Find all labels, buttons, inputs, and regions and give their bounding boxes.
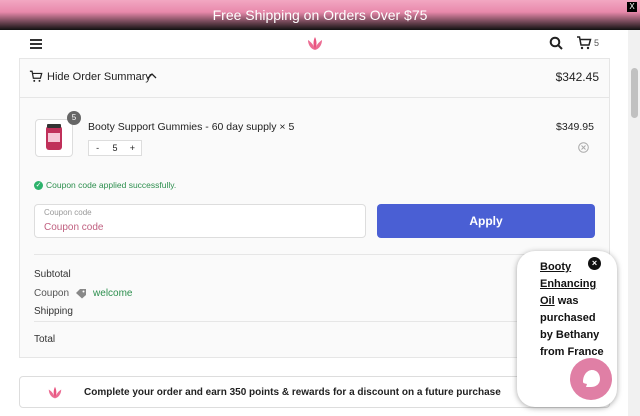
quantity-value[interactable]: 5 [106, 141, 123, 155]
coupon-success-text: Coupon code applied successfully. [46, 180, 177, 190]
cart-icon[interactable] [576, 36, 592, 50]
coupon-code: welcome [93, 288, 133, 299]
subtotal-label: Subtotal [34, 269, 71, 280]
quantity-stepper: - 5 + [88, 140, 142, 156]
scrollbar[interactable] [628, 30, 640, 416]
close-icon[interactable]: X [627, 2, 637, 12]
promo-text: Free Shipping on Orders Over $75 [212, 7, 428, 23]
shipping-label: Shipping [34, 306, 73, 317]
product-name: Booty Support Gummies - 60 day supply × … [88, 121, 295, 133]
coupon-input[interactable] [44, 222, 356, 233]
site-header: 5 [0, 30, 628, 58]
cart-count: 5 [594, 38, 600, 48]
product-thumbnail [35, 119, 73, 157]
popup-from: from [540, 346, 565, 358]
search-icon[interactable] [549, 36, 563, 50]
product-price: $349.95 [556, 121, 594, 133]
quantity-increase-button[interactable]: + [124, 141, 141, 155]
popup-customer-name: Bethany [555, 329, 600, 341]
quantity-decrease-button[interactable]: - [89, 141, 106, 155]
hamburger-icon[interactable] [30, 39, 42, 49]
popup-location: France [567, 346, 604, 358]
quantity-badge: 5 [67, 111, 81, 125]
chat-icon [583, 370, 600, 387]
divider [34, 321, 595, 322]
tag-icon [76, 289, 87, 299]
check-icon: ✓ [34, 180, 43, 190]
coupon-field[interactable]: Coupon code [34, 204, 366, 238]
lotus-logo-icon[interactable] [306, 35, 324, 53]
scrollbar-thumb[interactable] [631, 68, 638, 118]
points-banner-text: Complete your order and earn 350 points … [84, 387, 501, 398]
lotus-logo-icon [48, 386, 62, 399]
coupon-row: Coupon welcome [34, 288, 133, 299]
cart-icon [29, 70, 43, 82]
chevron-up-icon [147, 73, 157, 79]
remove-icon[interactable] [578, 142, 589, 153]
total-label: Total [34, 334, 56, 345]
summary-total: $342.45 [555, 70, 599, 84]
order-summary-toggle-label: Hide Order Summary [47, 71, 151, 83]
divider [34, 254, 595, 255]
coupon-success-message: ✓ Coupon code applied successfully. [34, 180, 176, 190]
coupon-field-label: Coupon code [44, 208, 92, 217]
promo-bar: Free Shipping on Orders Over $75 X [0, 0, 640, 30]
order-summary-toggle[interactable]: Hide Order Summary $342.45 [20, 59, 609, 98]
coupon-label: Coupon [34, 288, 70, 299]
apply-button[interactable]: Apply [377, 204, 595, 238]
chat-button[interactable] [570, 358, 612, 400]
popup-close-icon[interactable]: × [588, 257, 601, 270]
